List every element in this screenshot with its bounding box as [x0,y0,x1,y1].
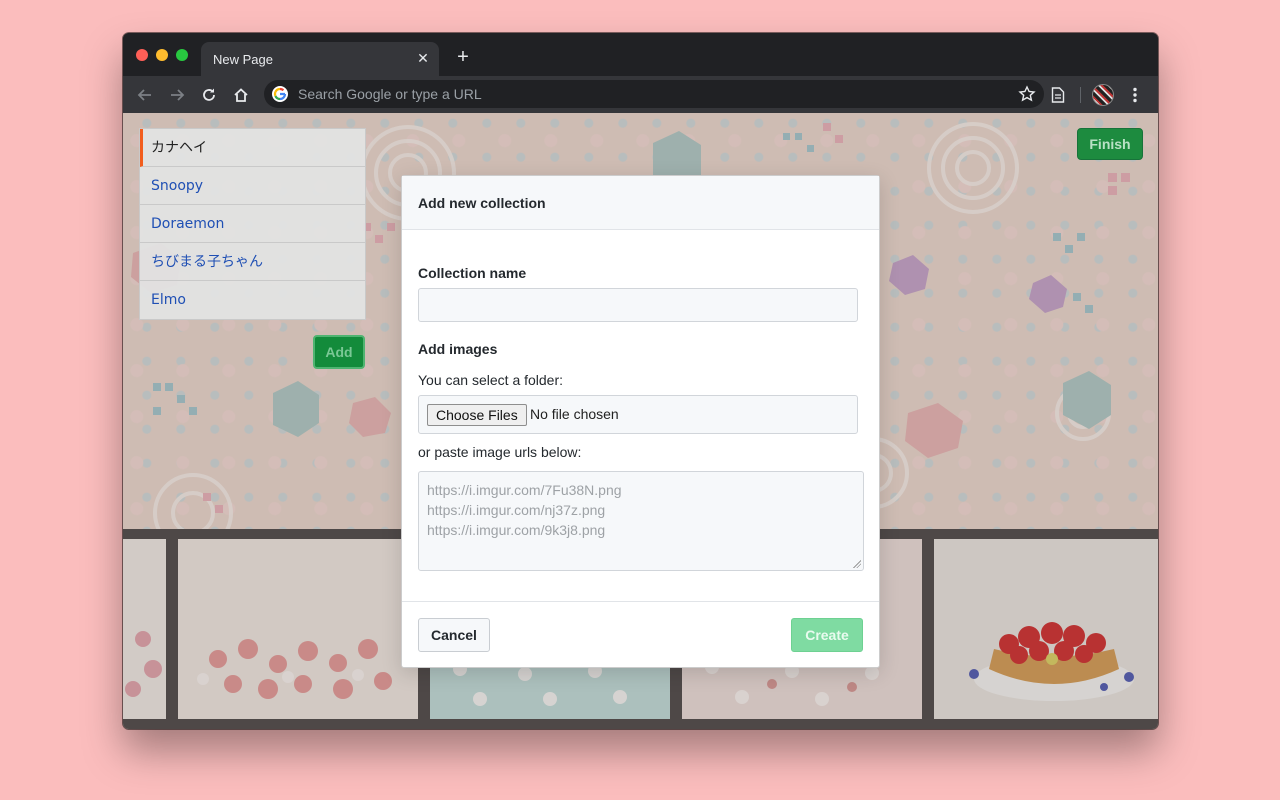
tab-title: New Page [213,52,273,67]
profile-avatar[interactable] [1092,84,1114,106]
finish-button[interactable]: Finish [1077,128,1143,160]
address-bar[interactable]: Search Google or type a URL [264,80,1044,108]
collection-item[interactable]: Doraemon [140,205,365,243]
back-arrow-icon[interactable] [135,85,155,105]
toolbar-divider [1080,87,1081,103]
reading-list-icon[interactable] [1048,85,1068,105]
add-collection-modal: Add new collection Collection name Add i… [401,175,880,668]
image-urls-textarea[interactable]: https://i.imgur.com/7Fu38N.png https://i… [418,471,864,571]
close-window-button[interactable] [136,49,148,61]
modal-title: Add new collection [402,176,879,230]
choose-files-button[interactable]: Choose Files [427,404,527,426]
create-button[interactable]: Create [791,618,863,652]
plus-icon[interactable]: + [453,47,473,67]
file-status: No file chosen [530,406,619,422]
collection-item[interactable]: ちびまる子ちゃん [140,243,365,281]
window-controls [136,49,188,61]
add-collection-button[interactable]: Add [313,335,365,369]
browser-toolbar: Search Google or type a URL [123,76,1158,113]
collection-item[interactable]: Snoopy [140,167,365,205]
cancel-button[interactable]: Cancel [418,618,490,652]
collection-name-input[interactable] [418,288,858,322]
add-images-label: Add images [418,341,498,357]
forward-arrow-icon[interactable] [167,85,187,105]
collection-item[interactable]: カナヘイ [140,129,365,167]
modal-footer: Cancel Create [402,601,879,668]
tab-strip: New Page ✕ + [123,33,1158,76]
reload-icon[interactable] [199,85,219,105]
minimize-window-button[interactable] [156,49,168,61]
resize-handle[interactable] [853,560,861,568]
active-tab[interactable]: New Page ✕ [201,42,439,76]
home-icon[interactable] [231,85,251,105]
kebab-menu-icon[interactable] [1125,85,1145,105]
bookmark-star-icon[interactable] [1018,85,1036,103]
collection-item[interactable]: Elmo [140,281,365,319]
maximize-window-button[interactable] [176,49,188,61]
collection-name-label: Collection name [418,265,527,281]
textarea-placeholder: https://i.imgur.com/7Fu38N.png https://i… [427,482,622,538]
file-input: Choose Files No file chosen [418,395,858,434]
urls-hint: or paste image urls below: [418,444,582,460]
google-icon [272,86,288,102]
collection-list: カナヘイ Snoopy Doraemon ちびまる子ちゃん Elmo [139,128,366,320]
folder-hint: You can select a folder: [418,372,564,388]
address-bar-placeholder: Search Google or type a URL [298,86,482,102]
close-icon[interactable]: ✕ [415,50,431,66]
